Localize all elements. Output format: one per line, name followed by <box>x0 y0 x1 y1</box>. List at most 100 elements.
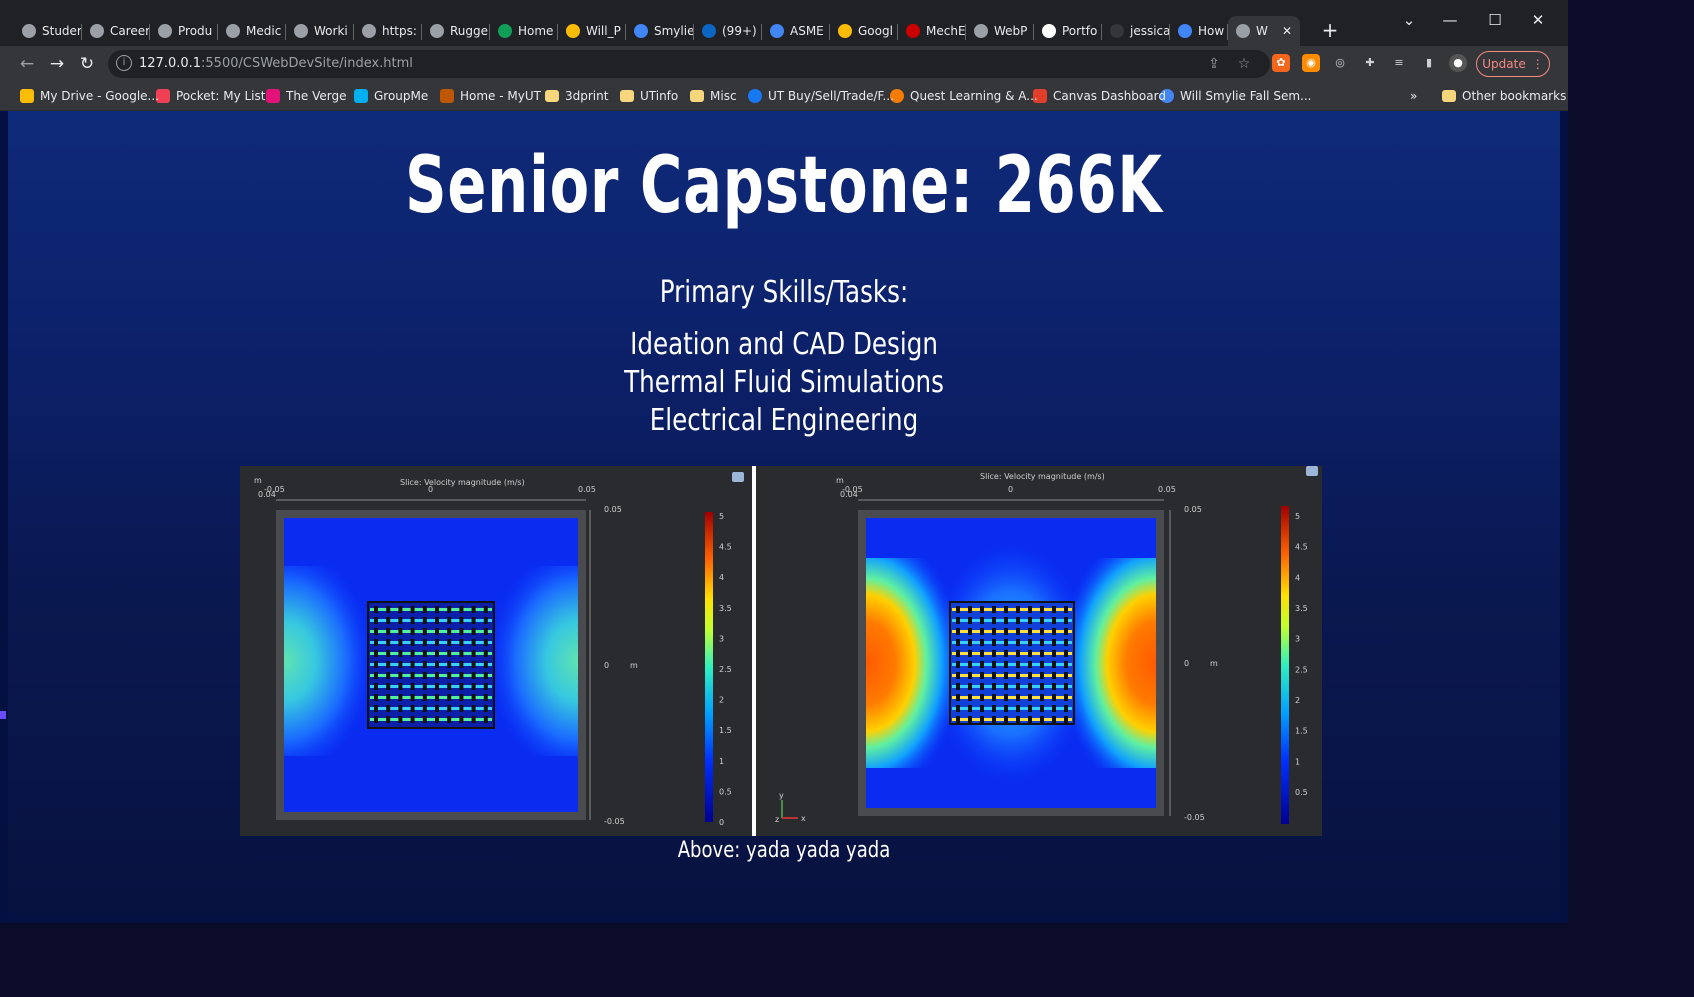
fin-pin <box>447 617 452 624</box>
tab-item[interactable]: https: <box>354 16 422 46</box>
bookmark-star-icon[interactable]: ☆ <box>1234 54 1254 74</box>
tab-item[interactable]: WebP <box>966 16 1034 46</box>
fin-pin <box>1052 628 1056 635</box>
camera-icon[interactable] <box>732 472 744 482</box>
bookmark-item[interactable]: The Verge <box>266 86 347 106</box>
tab-item[interactable]: ASME <box>762 16 830 46</box>
camera-icon[interactable] <box>1306 466 1318 476</box>
tab-item[interactable]: MechE <box>898 16 966 46</box>
fin-pin <box>1004 639 1008 646</box>
tab-item[interactable]: Portfo <box>1034 16 1102 46</box>
skills-heading: Primary Skills/Tasks: <box>659 275 909 310</box>
tab-item[interactable]: Worki <box>286 16 354 46</box>
tab-item[interactable]: W ✕ <box>1228 16 1300 46</box>
extension-orange-icon[interactable]: ◉ <box>1302 54 1320 72</box>
fin-pin <box>398 716 403 723</box>
page-content: Senior Capstone: 266K Primary Skills/Tas… <box>0 111 1560 914</box>
fin-pin <box>1064 694 1068 701</box>
ut-icon <box>440 89 454 103</box>
globe-icon <box>974 24 988 38</box>
extensions-puzzle-icon[interactable]: ✚ <box>1361 54 1379 72</box>
bookmark-label: Canvas Dashboard <box>1053 89 1166 103</box>
fin-pin <box>471 705 476 712</box>
close-window-button[interactable]: ✕ <box>1518 8 1558 32</box>
bookmark-item[interactable]: 3dprint <box>545 86 608 106</box>
fin-pin <box>968 683 972 690</box>
colorbar <box>1281 506 1289 824</box>
bookmark-item[interactable]: Quest Learning & A... <box>890 86 1038 106</box>
bookmarks-overflow-button[interactable]: » <box>1410 86 1417 106</box>
fin-pin <box>471 716 476 723</box>
fin-pin <box>410 705 415 712</box>
fin-pin <box>398 617 403 624</box>
maximize-button[interactable]: ☐ <box>1475 8 1515 32</box>
tab-item[interactable]: Rugge <box>422 16 490 46</box>
bookmark-item[interactable]: Misc <box>690 86 737 106</box>
fin-pin <box>471 606 476 613</box>
tab-item[interactable]: Career <box>82 16 150 46</box>
fin-pin <box>980 650 984 657</box>
tab-item[interactable]: Medic <box>218 16 286 46</box>
share-icon[interactable]: ⇪ <box>1204 54 1224 74</box>
fin-pin <box>1004 617 1008 624</box>
other-bookmarks-folder[interactable]: Other bookmarks <box>1442 86 1566 106</box>
bookmark-item[interactable]: My Drive - Google... <box>20 86 159 106</box>
tab-item[interactable]: Studer <box>14 16 82 46</box>
new-tab-button[interactable]: + <box>1318 18 1342 42</box>
extension-brave-icon[interactable]: ✿ <box>1272 54 1290 72</box>
bookmark-item[interactable]: GroupMe <box>354 86 428 106</box>
unit-label: m <box>630 661 638 670</box>
fin-pin <box>471 628 476 635</box>
fin-pin <box>435 606 439 613</box>
more-menu-icon[interactable]: ⋮ <box>1532 57 1544 71</box>
fin-pin <box>1016 650 1020 657</box>
url-text[interactable]: 127.0.0.1:5500/CSWebDevSite/index.html <box>139 56 413 71</box>
extension-glasses-icon[interactable]: ◎ <box>1331 54 1349 72</box>
fin-pin <box>471 661 476 668</box>
bookmark-item[interactable]: Pocket: My List <box>156 86 265 106</box>
close-tab-icon[interactable]: ✕ <box>1282 24 1292 38</box>
tab-item[interactable]: (99+) <box>694 16 762 46</box>
bookmark-item[interactable]: UTinfo <box>620 86 678 106</box>
fin-pin <box>398 628 403 635</box>
profile-avatar[interactable]: ● <box>1449 54 1467 72</box>
fin-pin <box>980 672 984 679</box>
fin-pin <box>459 683 464 690</box>
tab-item[interactable]: jessica <box>1102 16 1170 46</box>
reload-icon[interactable]: ↻ <box>75 52 99 76</box>
minimize-button[interactable]: — <box>1430 8 1470 32</box>
bookmark-item[interactable]: UT Buy/Sell/Trade/F... <box>748 86 894 106</box>
bookmark-label: Quest Learning & A... <box>910 89 1038 103</box>
update-button[interactable]: Update ⋮ <box>1476 51 1550 77</box>
x-tick: 0.05 <box>578 485 596 494</box>
bookmark-label: Pocket: My List <box>176 89 266 103</box>
bookmark-item[interactable]: Home - MyUT <box>440 86 541 106</box>
address-bar[interactable]: i 127.0.0.1:5500/CSWebDevSite/index.html… <box>108 50 1270 78</box>
tab-item[interactable]: Googl <box>830 16 898 46</box>
tab-item[interactable]: How t <box>1170 16 1228 46</box>
fin-pin <box>1040 661 1044 668</box>
forward-arrow-icon[interactable]: → <box>45 52 69 76</box>
fin-pin <box>992 694 996 701</box>
tab-item[interactable]: Smylie <box>626 16 694 46</box>
colorbar-tick-label: 4 <box>1295 573 1300 582</box>
tab-item[interactable]: Will_P <box>558 16 626 46</box>
fin-pin <box>1016 606 1020 613</box>
media-queue-icon[interactable]: ≡ <box>1390 54 1408 72</box>
fin-pin <box>422 606 427 613</box>
tab-item[interactable]: Produ <box>150 16 218 46</box>
tab-item[interactable]: Home <box>490 16 558 46</box>
side-panel-icon[interactable]: ▮ <box>1420 54 1438 72</box>
fin-pin <box>1040 628 1044 635</box>
fin-pin <box>1064 606 1068 613</box>
tab-search-icon[interactable]: ⌄ <box>1389 8 1429 32</box>
bookmark-item[interactable]: Will Smylie Fall Sem... <box>1160 86 1311 106</box>
site-info-icon[interactable]: i <box>116 55 132 71</box>
fin-pin <box>1016 672 1020 679</box>
fin-pin <box>422 683 427 690</box>
bookmark-item[interactable]: Canvas Dashboard <box>1033 86 1166 106</box>
corner-tick: 0.04 <box>258 490 276 499</box>
back-arrow-icon[interactable]: ← <box>15 52 39 76</box>
tab-label: Rugge <box>450 24 489 38</box>
fin-pin <box>386 661 391 668</box>
